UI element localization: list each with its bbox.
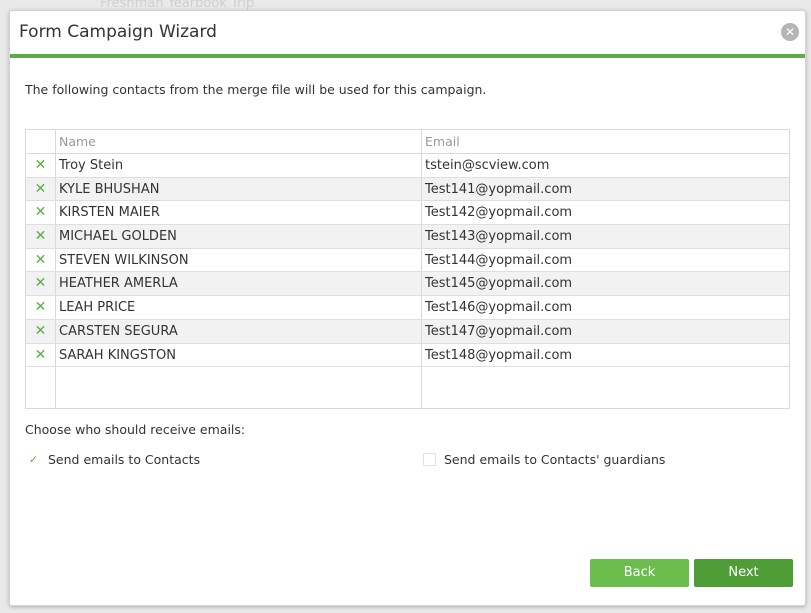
dialog-title: Form Campaign Wizard (19, 22, 217, 42)
x-icon[interactable]: ✕ (26, 296, 56, 319)
next-button[interactable]: Next (694, 559, 793, 587)
checkmark-icon[interactable]: ✓ (27, 453, 40, 466)
contact-name: KIRSTEN MAIER (56, 201, 422, 225)
table-row[interactable]: ✕ KYLE BHUSHAN Test141@yopmail.com (26, 177, 789, 202)
send-to-contacts-checkbox[interactable]: ✓ Send emails to Contacts (27, 452, 200, 467)
x-icon[interactable]: ✕ (26, 201, 56, 225)
table-row[interactable]: ✕ HEATHER AMERLA Test145@yopmail.com (26, 272, 789, 297)
x-icon[interactable]: ✕ (26, 319, 56, 343)
form-campaign-wizard-dialog: Form Campaign Wizard ✕ The following con… (9, 10, 806, 606)
contact-name: LEAH PRICE (56, 296, 422, 319)
contact-email: Test143@yopmail.com (425, 229, 573, 245)
contact-name: Troy Stein (56, 154, 422, 177)
contacts-table: Name Email ✕ Troy Stein tstein@scview.com ✕… (25, 129, 790, 409)
x-icon[interactable]: ✕ (26, 272, 56, 296)
table-empty-area (26, 367, 789, 409)
contact-name: SARAH KINGSTON (56, 343, 422, 367)
recipients-label: Choose who should receive emails: (25, 422, 246, 437)
contact-email: tstein@scview.com (425, 158, 550, 173)
send-to-contacts-label: Send emails to Contacts (48, 452, 201, 467)
x-icon[interactable]: ✕ (26, 248, 56, 272)
contact-name: KYLE BHUSHAN (56, 177, 422, 201)
contact-email: Test141@yopmail.com (425, 181, 573, 197)
contact-email: Test147@yopmail.com (425, 323, 573, 339)
contact-email: Test145@yopmail.com (425, 276, 573, 292)
contact-name: MICHAEL GOLDEN (56, 225, 422, 248)
close-icon[interactable]: ✕ (781, 23, 799, 41)
column-header-email[interactable]: Email (422, 130, 789, 153)
dialog-header: Form Campaign Wizard ✕ (10, 11, 805, 58)
header-status-cell (26, 130, 56, 153)
checkbox-icon[interactable] (423, 453, 436, 466)
contact-email: Test144@yopmail.com (425, 252, 573, 268)
x-icon[interactable]: ✕ (26, 343, 56, 367)
table-row[interactable]: ✕ CARSTEN SEGURA Test147@yopmail.com (26, 319, 789, 344)
table-row[interactable]: ✕ STEVEN WILKINSON Test144@yopmail.com (26, 248, 789, 273)
contact-name: STEVEN WILKINSON (56, 248, 422, 272)
column-header-name[interactable]: Name (56, 130, 422, 153)
contact-name: HEATHER AMERLA (56, 272, 422, 296)
contact-name: CARSTEN SEGURA (56, 319, 422, 343)
table-row[interactable]: ✕ MICHAEL GOLDEN Test143@yopmail.com (26, 225, 789, 249)
table-row[interactable]: ✕ KIRSTEN MAIER Test142@yopmail.com (26, 201, 789, 226)
x-icon[interactable]: ✕ (26, 154, 56, 177)
back-button[interactable]: Back (590, 559, 689, 587)
contact-email: Test142@yopmail.com (425, 205, 573, 221)
contact-email: Test148@yopmail.com (425, 347, 573, 363)
table-row[interactable]: ✕ SARAH KINGSTON Test148@yopmail.com (26, 343, 789, 368)
x-icon[interactable]: ✕ (26, 177, 56, 201)
x-icon[interactable]: ✕ (26, 225, 56, 248)
table-row[interactable]: ✕ Troy Stein tstein@scview.com (26, 154, 789, 178)
table-row[interactable]: ✕ LEAH PRICE Test146@yopmail.com (26, 296, 789, 320)
send-to-guardians-checkbox[interactable]: Send emails to Contacts' guardians (423, 452, 665, 467)
contact-email: Test146@yopmail.com (425, 300, 573, 316)
send-to-guardians-label: Send emails to Contacts' guardians (444, 452, 666, 467)
intro-text: The following contacts from the merge fi… (25, 82, 487, 97)
table-header: Name Email (26, 130, 789, 154)
